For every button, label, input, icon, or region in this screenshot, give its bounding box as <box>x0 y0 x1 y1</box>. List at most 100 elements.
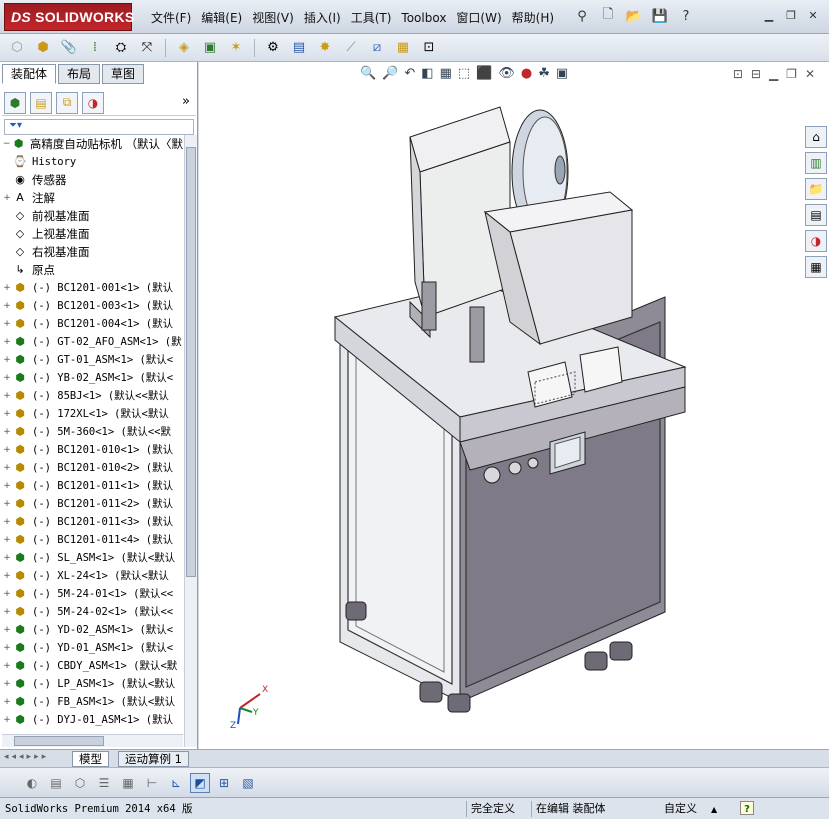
viewport-close-icon[interactable]: ✕ <box>805 67 815 81</box>
design-library-icon[interactable]: ▥ <box>805 152 827 174</box>
feature-manager-icon[interactable]: ⬢ <box>4 91 26 114</box>
restore-icon[interactable]: ❐ <box>783 8 799 22</box>
tree-item[interactable]: + ⬢ (-) SL_ASM<1> (默认<默认 <box>2 549 183 567</box>
tree-item[interactable]: ◉ 传感器 <box>2 171 183 189</box>
wireframe-icon[interactable]: ⬡ <box>70 773 90 793</box>
pin-icon[interactable]: ⚲ <box>572 6 592 26</box>
apply-scene-icon[interactable]: ☘ <box>538 66 550 81</box>
smart-fasteners-icon[interactable]: ⛭ <box>110 37 132 59</box>
tab-sketch[interactable]: 草图 <box>102 64 145 84</box>
tree-item[interactable]: ⌚ History <box>2 153 183 171</box>
tree-item[interactable]: + ⬢ (-) BC1201-011<3> (默认 <box>2 513 183 531</box>
tree-item[interactable]: + ⬢ (-) CBDY_ASM<1> (默认<默 <box>2 657 183 675</box>
tree-item[interactable]: + ⬢ (-) 5M-360<1> (默认<<默 <box>2 423 183 441</box>
tree-horizontal-scrollbar[interactable] <box>2 734 183 747</box>
tree-item[interactable]: + ⬢ (-) LP_ASM<1> (默认<默认 <box>2 675 183 693</box>
hole-alignment-icon[interactable]: ⊡ <box>418 37 440 59</box>
tree-item[interactable]: + ⬢ (-) DYJ-01_ASM<1> (默认 <box>2 711 183 729</box>
help-dropdown-icon[interactable]: ? <box>676 6 696 26</box>
linear-pattern-icon[interactable]: ⁞ <box>84 37 106 59</box>
clearance-verification-icon[interactable]: ▦ <box>392 37 414 59</box>
bill-of-materials-icon[interactable]: ▤ <box>288 37 310 59</box>
expand-toggle[interactable]: + <box>2 369 12 387</box>
tree-item[interactable]: + ⬢ (-) YD-01_ASM<1> (默认< <box>2 639 183 657</box>
minimize-icon[interactable]: ▁ <box>761 8 777 22</box>
view-orientation-icon[interactable]: ⬚ <box>458 66 470 81</box>
expand-toggle[interactable]: + <box>2 189 12 207</box>
view-palette-icon[interactable]: ▤ <box>805 204 827 226</box>
tree-item[interactable]: ◇ 上视基准面 <box>2 225 183 243</box>
viewport-minimize-icon[interactable]: ▁ <box>769 67 778 81</box>
dimension-icon[interactable]: ⊢ <box>142 773 162 793</box>
menu-help[interactable]: 帮助(H) <box>507 9 559 27</box>
view-settings-icon[interactable]: ▣ <box>556 66 568 81</box>
expand-toggle[interactable]: + <box>2 693 12 711</box>
tree-item[interactable]: ◇ 右视基准面 <box>2 243 183 261</box>
viewport-single-icon[interactable]: ⊡ <box>733 67 743 81</box>
tree-item[interactable]: + ⬢ (-) YB-02_ASM<1> (默认< <box>2 369 183 387</box>
show-hidden-icon[interactable]: ◈ <box>173 37 195 59</box>
tree-item[interactable]: + ⬢ (-) BC1201-011<4> (默认 <box>2 531 183 549</box>
tab-assembly[interactable]: 装配体 <box>2 64 57 84</box>
menu-edit[interactable]: 编辑(E) <box>196 9 247 27</box>
expand-toggle[interactable]: + <box>2 405 12 423</box>
expand-toggle[interactable]: + <box>2 549 12 567</box>
collapse-toggle[interactable]: − <box>2 135 11 153</box>
tree-item[interactable]: + ⬢ (-) 85BJ<1> (默认<<默认 <box>2 387 183 405</box>
tree-item[interactable]: + ⬢ (-) XL-24<1> (默认<默认 <box>2 567 183 585</box>
interference-detection-icon[interactable]: ⧄ <box>366 37 388 59</box>
expand-toggle[interactable]: + <box>2 495 12 513</box>
assembly-features-icon[interactable]: ▣ <box>199 37 221 59</box>
expand-toggle[interactable]: + <box>2 513 12 531</box>
mate-icon[interactable]: 📎 <box>58 37 80 59</box>
zoom-to-area-icon[interactable]: 🔎 <box>382 66 398 81</box>
menu-window[interactable]: 窗口(W) <box>451 9 506 27</box>
tree-item[interactable]: ◇ 前视基准面 <box>2 207 183 225</box>
insert-component-icon[interactable]: ⬢ <box>32 37 54 59</box>
display-manager-icon[interactable]: ◑ <box>82 91 104 114</box>
expand-toggle[interactable]: + <box>2 351 12 369</box>
viewport-split-icon[interactable]: ⊟ <box>751 67 761 81</box>
menu-insert[interactable]: 插入(I) <box>299 9 346 27</box>
expand-toggle[interactable]: + <box>2 531 12 549</box>
zoom-to-fit-icon[interactable]: 🔍 <box>360 66 376 81</box>
grid-icon[interactable]: ▦ <box>118 773 138 793</box>
tree-item[interactable]: + ⬢ (-) GT-02_AFO_ASM<1> (默 <box>2 333 183 351</box>
shaded-icon[interactable]: ◐ <box>22 773 42 793</box>
section-view-icon[interactable]: ◧ <box>421 66 433 81</box>
tree-vertical-scrollbar[interactable] <box>184 135 197 747</box>
property-manager-icon[interactable]: ▤ <box>30 91 52 114</box>
expand-toggle[interactable]: + <box>2 423 12 441</box>
explode-line-sketch-icon[interactable]: ⟋ <box>340 37 362 59</box>
tree-item[interactable]: + ⬢ (-) YD-02_ASM<1> (默认< <box>2 621 183 639</box>
help-icon[interactable]: ? <box>740 801 754 815</box>
expand-toggle[interactable]: + <box>2 315 12 333</box>
tree-item[interactable]: + ⬢ (-) BC1201-001<1> (默认 <box>2 279 183 297</box>
menu-toolbox[interactable]: Toolbox <box>396 9 451 27</box>
configuration-manager-icon[interactable]: ⧉ <box>56 91 78 114</box>
expand-toggle[interactable]: + <box>2 567 12 585</box>
expand-toggle[interactable]: + <box>2 333 12 351</box>
expand-toggle[interactable]: + <box>2 585 12 603</box>
isometric-view-icon[interactable]: ◩ <box>190 772 210 793</box>
tab-model[interactable]: 模型 <box>72 751 109 767</box>
open-folder-icon[interactable]: 📂 <box>624 6 644 26</box>
expand-toggle[interactable]: + <box>2 603 12 621</box>
tree-item[interactable]: + ⬢ (-) 5M-24-02<1> (默认<< <box>2 603 183 621</box>
tree-item[interactable]: + ⬢ (-) 5M-24-01<1> (默认<< <box>2 585 183 603</box>
tree-item[interactable]: + ⬢ (-) BC1201-011<2> (默认 <box>2 495 183 513</box>
menu-view[interactable]: 视图(V) <box>247 9 299 27</box>
expand-toggle[interactable]: + <box>2 387 12 405</box>
expand-toggle[interactable]: + <box>2 621 12 639</box>
tree-item[interactable]: + ⬢ (-) BC1201-011<1> (默认 <box>2 477 183 495</box>
reference-geometry-icon[interactable]: ✶ <box>225 37 247 59</box>
machine-model[interactable] <box>270 82 700 722</box>
new-motion-study-icon[interactable]: ⚙ <box>262 37 284 59</box>
expand-toggle[interactable]: + <box>2 639 12 657</box>
expand-toggle[interactable]: + <box>2 675 12 693</box>
display-style-icon[interactable]: ⬛ <box>476 66 492 81</box>
tab-nav-arrows[interactable]: ◂◂◂▸▸▸ <box>4 752 49 762</box>
solidworks-logo[interactable]: DS SOLIDWORKS <box>4 3 134 31</box>
exploded-view-icon[interactable]: ✸ <box>314 37 336 59</box>
expand-toggle[interactable]: + <box>2 477 12 495</box>
